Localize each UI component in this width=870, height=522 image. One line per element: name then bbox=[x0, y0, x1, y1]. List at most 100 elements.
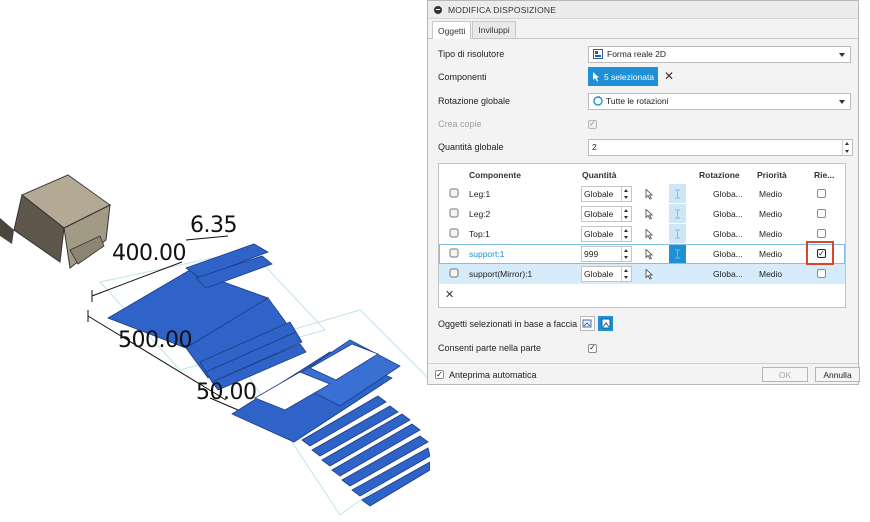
layout-2d-icon bbox=[593, 49, 603, 59]
global-quantity-label: Quantità globale bbox=[438, 142, 504, 152]
component-name: Leg:1 bbox=[469, 189, 491, 199]
component-name: support:1 bbox=[469, 249, 505, 259]
table-row[interactable]: Top:1 Globale Globa... Medio bbox=[439, 224, 845, 244]
collapse-icon[interactable] bbox=[434, 5, 442, 14]
quantity-value: Globale bbox=[584, 229, 614, 239]
face-select-off-button[interactable] bbox=[580, 316, 595, 331]
priority-value[interactable]: Medio bbox=[759, 229, 782, 239]
dialog-tabs: Oggetti Inviluppi bbox=[428, 19, 858, 39]
tab-objects[interactable]: Oggetti bbox=[432, 21, 472, 39]
quantity-value: Globale bbox=[584, 269, 614, 279]
table-row[interactable]: support(Mirror):1 Globale Globa... Medio bbox=[439, 264, 845, 284]
components-select-button[interactable]: 5 selezionata bbox=[588, 67, 658, 86]
global-quantity-row: Quantità globale 2 bbox=[438, 137, 853, 157]
rotation-value[interactable]: Globa... bbox=[713, 269, 743, 279]
rotation-value[interactable]: Globa... bbox=[713, 189, 743, 199]
cursor-icon[interactable] bbox=[645, 229, 654, 240]
quantity-stepper[interactable] bbox=[621, 267, 631, 281]
rotation-value[interactable]: Globa... bbox=[713, 249, 743, 259]
fill-checkbox[interactable] bbox=[817, 209, 826, 218]
viewport-3d[interactable]: 6.35 400.00 500.00 50.00 bbox=[0, 0, 430, 522]
modify-layout-dialog: MODIFICA DISPOSIZIONE Oggetti Inviluppi … bbox=[427, 0, 860, 386]
face-select-active-icon bbox=[601, 318, 611, 329]
dimension-label-length: 500.00 bbox=[118, 328, 192, 353]
create-copies-label: Crea copie bbox=[438, 119, 482, 129]
dialog-titlebar[interactable]: MODIFICA DISPOSIZIONE bbox=[428, 1, 858, 19]
table-row[interactable]: Leg:1 Globale Globa... Medio bbox=[439, 184, 845, 204]
auto-preview-label: Anteprima automatica bbox=[449, 370, 537, 380]
global-quantity-input[interactable]: 2 bbox=[588, 138, 853, 156]
quantity-stepper[interactable] bbox=[621, 187, 631, 201]
quantity-value: 999 bbox=[584, 249, 599, 259]
face-select-icon bbox=[582, 319, 592, 328]
part-in-part-row: Consenti parte nella parte ✓ bbox=[438, 338, 848, 358]
cancel-button[interactable]: Annulla bbox=[815, 367, 860, 382]
cursor-icon[interactable] bbox=[645, 189, 654, 200]
desk-model bbox=[0, 174, 111, 269]
quantity-stepper[interactable] bbox=[621, 247, 631, 261]
header-quantity[interactable]: Quantità bbox=[582, 170, 616, 180]
quantity-value: Globale bbox=[584, 209, 614, 219]
global-rotation-label: Rotazione globale bbox=[438, 96, 511, 106]
solver-type-select[interactable]: Forma reale 2D bbox=[588, 45, 851, 63]
layout-preview bbox=[0, 174, 430, 516]
component-icon bbox=[449, 228, 459, 238]
header-fill[interactable]: Rie... bbox=[814, 170, 834, 180]
ok-button[interactable]: OK bbox=[762, 367, 808, 382]
dimension-label-thickness: 6.35 bbox=[190, 213, 237, 238]
quantity-field[interactable]: Globale bbox=[581, 266, 632, 282]
component-icon bbox=[449, 188, 459, 198]
table-row[interactable]: Leg:2 Globale Globa... Medio bbox=[439, 204, 845, 224]
priority-value[interactable]: Medio bbox=[759, 209, 782, 219]
global-quantity-value: 2 bbox=[592, 142, 597, 152]
rotation-value[interactable]: Globa... bbox=[713, 229, 743, 239]
components-label: Componenti bbox=[438, 72, 487, 82]
components-row: Componenti 5 selezionata ✕ bbox=[438, 66, 848, 88]
tab-envelopes[interactable]: Inviluppi bbox=[472, 21, 516, 38]
component-name: support(Mirror):1 bbox=[469, 269, 533, 279]
part-in-part-checkbox[interactable]: ✓ bbox=[588, 343, 597, 353]
chevron-down-icon bbox=[839, 52, 845, 57]
quantity-stepper[interactable] bbox=[621, 207, 631, 221]
quantity-value: Globale bbox=[584, 189, 614, 199]
component-icon bbox=[449, 248, 459, 258]
quantity-field[interactable]: 999 bbox=[581, 246, 632, 262]
global-rotation-row: Rotazione globale Tutte le rotazioni bbox=[438, 91, 851, 111]
quantity-field[interactable]: Globale bbox=[581, 186, 632, 202]
table-header: Componente Quantità Rotazione Priorità R… bbox=[439, 164, 845, 184]
quantity-field[interactable]: Globale bbox=[581, 226, 632, 242]
solver-type-value: Forma reale 2D bbox=[607, 49, 667, 59]
solver-type-label: Tipo di risolutore bbox=[438, 49, 505, 59]
global-rotation-value: Tutte le rotazioni bbox=[606, 96, 669, 106]
component-name: Leg:2 bbox=[469, 209, 491, 219]
remove-row-icon[interactable]: ✕ bbox=[445, 290, 454, 301]
header-component[interactable]: Componente bbox=[469, 170, 521, 180]
auto-preview-checkbox[interactable]: ✓ bbox=[435, 370, 444, 379]
solver-type-row: Tipo di risolutore Forma reale 2D bbox=[438, 44, 851, 64]
quantity-field[interactable]: Globale bbox=[581, 206, 632, 222]
fill-checkbox[interactable] bbox=[817, 229, 826, 238]
face-select-on-button[interactable] bbox=[598, 316, 613, 331]
header-priority[interactable]: Priorità bbox=[757, 170, 787, 180]
global-rotation-select[interactable]: Tutte le rotazioni bbox=[588, 92, 851, 110]
face-objects-row: Oggetti selezionati in base a faccia bbox=[438, 314, 848, 334]
create-copies-row: Crea copie ✓ bbox=[438, 114, 848, 134]
rotation-value[interactable]: Globa... bbox=[713, 209, 743, 219]
quantity-stepper[interactable] bbox=[621, 227, 631, 241]
cursor-icon[interactable] bbox=[645, 209, 654, 220]
create-copies-checkbox: ✓ bbox=[588, 119, 597, 129]
clear-selection-icon[interactable]: ✕ bbox=[664, 70, 674, 82]
quantity-stepper[interactable] bbox=[842, 139, 852, 155]
dialog-footer: ✓ Anteprima automatica OK Annulla bbox=[428, 363, 860, 386]
priority-value[interactable]: Medio bbox=[759, 269, 782, 279]
priority-value[interactable]: Medio bbox=[759, 189, 782, 199]
cursor-icon[interactable] bbox=[645, 249, 654, 260]
rotation-icon bbox=[593, 96, 603, 106]
highlight-annotation bbox=[806, 241, 834, 265]
priority-value[interactable]: Medio bbox=[759, 249, 782, 259]
fill-checkbox[interactable] bbox=[817, 189, 826, 198]
header-rotation[interactable]: Rotazione bbox=[699, 170, 740, 180]
table-row[interactable]: support:1 999 Globa... Medio ✓ bbox=[439, 244, 845, 264]
cursor-icon[interactable] bbox=[645, 269, 654, 280]
fill-checkbox[interactable] bbox=[817, 269, 826, 278]
